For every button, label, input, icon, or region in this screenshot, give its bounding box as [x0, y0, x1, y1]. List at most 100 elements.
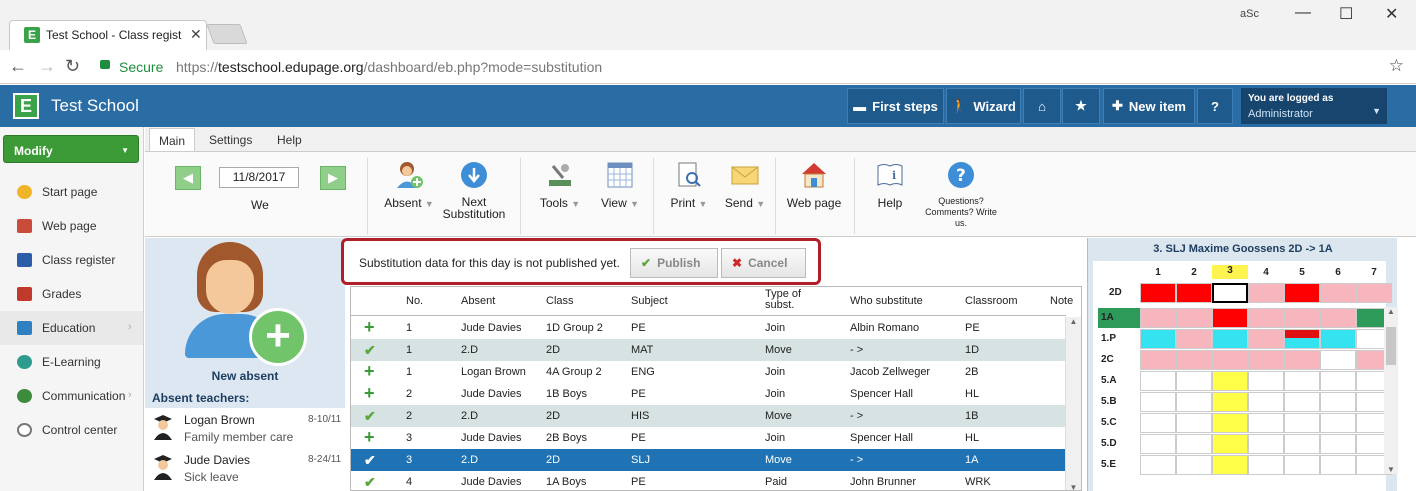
timetable-cell[interactable]	[1176, 308, 1212, 328]
timetable-cell[interactable]	[1140, 308, 1176, 328]
timetable-cell[interactable]	[1320, 329, 1356, 349]
absent-teacher-item[interactable]: Jude Davies Sick leave 8-24/11	[145, 448, 345, 488]
table-row[interactable]: +2 Jude Davies 1B Boys PE Join Spencer Hall HL	[351, 383, 1066, 405]
col-absent[interactable]: Absent	[461, 295, 495, 307]
col-class[interactable]: Class	[546, 295, 574, 307]
date-field[interactable]: 11/8/2017	[219, 167, 299, 188]
timetable-cell[interactable]	[1140, 371, 1176, 391]
print-button[interactable]: Print ▼	[662, 160, 716, 210]
sidebar-item-communication[interactable]: Communication ›	[0, 379, 143, 413]
timetable-cell[interactable]	[1212, 392, 1248, 412]
timetable-cell[interactable]	[1284, 455, 1320, 475]
help-button[interactable]: ?	[1197, 88, 1233, 124]
url-field[interactable]: Secure https://testschool.edupage.org/da…	[92, 54, 1412, 80]
sidebar-item-education[interactable]: Education ›	[0, 311, 143, 345]
timetable-cell[interactable]	[1248, 434, 1284, 454]
timetable-cell[interactable]	[1176, 371, 1212, 391]
edupage-logo[interactable]: E	[13, 93, 39, 119]
timetable-cell[interactable]	[1248, 329, 1284, 349]
sidebar-item-grades[interactable]: Grades	[0, 277, 143, 311]
timetable-cell[interactable]	[1212, 350, 1248, 370]
publish-button[interactable]: ✔ Publish	[630, 248, 718, 278]
timetable-cell[interactable]	[1320, 455, 1356, 475]
timetable-cell[interactable]	[1248, 350, 1284, 370]
prev-day-button[interactable]: ◀	[175, 166, 201, 190]
timetable-cell[interactable]	[1320, 371, 1356, 391]
table-row[interactable]: ✔ 1 2.D 2D MAT Move - > 1D	[351, 339, 1066, 361]
timetable-cell[interactable]	[1356, 283, 1392, 303]
first-steps-button[interactable]: ▬ First steps	[847, 88, 944, 124]
col-note[interactable]: Note	[1050, 295, 1073, 307]
table-row[interactable]: +1 Jude Davies 1D Group 2 PE Join Albin Roman…	[351, 317, 1066, 339]
timetable-cell[interactable]	[1212, 329, 1248, 349]
extension-label[interactable]: aSc	[1240, 8, 1259, 20]
send-button[interactable]: Send ▼	[718, 160, 772, 210]
timetable-cell[interactable]	[1248, 308, 1284, 328]
home-button[interactable]: ⌂	[1023, 88, 1061, 124]
timetable-cell[interactable]	[1248, 455, 1284, 475]
close-window-icon[interactable]: ✕	[1385, 4, 1398, 24]
tab-main[interactable]: Main	[149, 128, 195, 152]
timetable-cell[interactable]	[1284, 308, 1320, 328]
timetable-scrollbar[interactable]: ▲ ▼	[1384, 307, 1398, 474]
timetable-cell[interactable]	[1176, 434, 1212, 454]
timetable-cell[interactable]	[1284, 392, 1320, 412]
tab-settings[interactable]: Settings	[209, 133, 252, 147]
maximize-icon[interactable]: ☐	[1339, 4, 1353, 24]
timetable-cell[interactable]	[1212, 308, 1248, 328]
add-absent-icon[interactable]: +	[249, 308, 307, 366]
timetable-cell[interactable]	[1140, 329, 1176, 349]
sidebar-item-start-page[interactable]: Start page	[0, 175, 143, 209]
timetable-cell[interactable]	[1248, 392, 1284, 412]
timetable-cell[interactable]	[1320, 283, 1356, 303]
table-row[interactable]: +3 Jude Davies 2B Boys PE Join Spencer Hall HL	[351, 427, 1066, 449]
sidebar-item-web-page[interactable]: Web page	[0, 209, 143, 243]
back-icon[interactable]: ←	[9, 56, 27, 77]
timetable-cell[interactable]	[1320, 350, 1356, 370]
tab-help[interactable]: Help	[277, 133, 302, 147]
timetable-cell[interactable]	[1320, 434, 1356, 454]
timetable-cell[interactable]	[1140, 434, 1176, 454]
sidebar-item-control-center[interactable]: Control center	[0, 413, 143, 447]
table-scrollbar[interactable]: ▲ ▼	[1065, 317, 1081, 490]
sidebar-item-class-register[interactable]: Class register	[0, 243, 143, 277]
next-day-button[interactable]: ▶	[320, 166, 346, 190]
table-row[interactable]: ✔ 2 2.D 2D HIS Move - > 1B	[351, 405, 1066, 427]
timetable-cell[interactable]	[1212, 455, 1248, 475]
col-type[interactable]: Type of subst.	[765, 289, 801, 311]
new-absent-link[interactable]: New absent	[145, 369, 345, 383]
next-substitution-button[interactable]: Next Substitution	[441, 160, 507, 221]
table-row[interactable]: +1 Logan Brown 4A Group 2 ENG Join Jacob Zell…	[351, 361, 1066, 383]
timetable-cell[interactable]	[1320, 308, 1356, 328]
timetable-cell[interactable]	[1248, 283, 1284, 303]
cancel-button[interactable]: ✖ Cancel	[721, 248, 806, 278]
tools-button[interactable]: Tools ▼	[530, 160, 590, 210]
new-item-button[interactable]: ✚ New item	[1103, 88, 1195, 124]
timetable-cell[interactable]	[1320, 413, 1356, 433]
new-tab-button[interactable]	[206, 24, 248, 44]
favorites-button[interactable]: ★	[1062, 88, 1100, 124]
timetable-cell[interactable]	[1284, 434, 1320, 454]
timetable-cell[interactable]	[1284, 413, 1320, 433]
col-who[interactable]: Who substitute	[850, 295, 923, 307]
timetable-cell[interactable]	[1176, 329, 1212, 349]
forward-icon[interactable]: →	[38, 56, 56, 77]
table-row[interactable]: ✔ 4 Jude Davies 1A Boys PE Paid John Brunner WR…	[351, 471, 1066, 490]
table-row[interactable]: ✔ 3 2.D 2D SLJ Move - > 1A	[351, 449, 1066, 471]
col-no[interactable]: No.	[406, 295, 423, 307]
user-menu[interactable]: You are logged as Administrator ▼	[1241, 88, 1387, 124]
timetable-cell[interactable]	[1248, 371, 1284, 391]
view-button[interactable]: View ▼	[592, 160, 648, 210]
absent-button[interactable]: Absent ▼	[379, 160, 439, 210]
timetable-cell[interactable]	[1140, 350, 1176, 370]
col-subject[interactable]: Subject	[631, 295, 668, 307]
wizard-button[interactable]: 🚶 Wizard	[946, 88, 1021, 124]
col-room[interactable]: Classroom	[965, 295, 1018, 307]
timetable-cell[interactable]	[1176, 392, 1212, 412]
close-tab-icon[interactable]: ✕	[190, 26, 202, 43]
timetable-cell[interactable]	[1284, 371, 1320, 391]
reload-icon[interactable]: ↻	[65, 56, 80, 77]
timetable-cell[interactable]	[1284, 350, 1320, 370]
sidebar-item-elearning[interactable]: E-Learning	[0, 345, 143, 379]
timetable-cell[interactable]	[1176, 350, 1212, 370]
